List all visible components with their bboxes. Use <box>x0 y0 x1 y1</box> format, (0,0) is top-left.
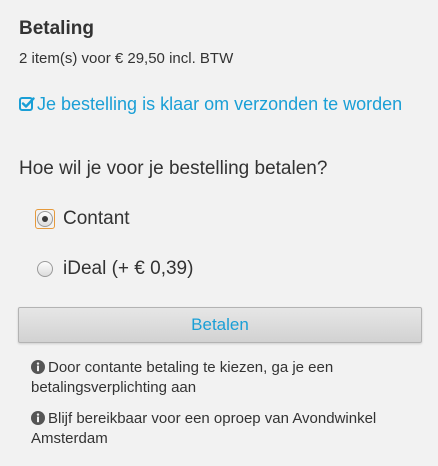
info-note-payment-obligation: Door contante betaling te kiezen, ga je … <box>31 358 411 398</box>
info-text-stay-reachable: Blijf bereikbaar voor een oproep van Avo… <box>31 410 377 447</box>
info-note-stay-reachable: Blijf bereikbaar voor een oproep van Avo… <box>31 409 411 449</box>
option-label-contant: Contant <box>63 208 130 229</box>
payment-option-contant[interactable]: Contant <box>35 208 130 230</box>
payment-question: Hoe wil je voor je bestelling betalen? <box>19 158 328 179</box>
option-label-ideal: iDeal (+ € 0,39) <box>63 258 194 279</box>
radio-focus-ring <box>35 209 55 229</box>
check-square-icon <box>19 97 35 111</box>
info-text-payment-obligation: Door contante betaling te kiezen, ga je … <box>31 359 334 396</box>
info-circle-icon <box>31 360 45 374</box>
ready-message-text: Je bestelling is klaar om verzonden te w… <box>37 94 403 114</box>
radio-ideal[interactable] <box>37 261 53 277</box>
order-summary: 2 item(s) voor € 29,50 incl. BTW <box>19 50 234 67</box>
payment-title: Betaling <box>19 18 94 39</box>
info-circle-icon <box>31 411 45 425</box>
payment-panel: Betaling 2 item(s) voor € 29,50 incl. BT… <box>0 0 438 466</box>
payment-option-ideal[interactable]: iDeal (+ € 0,39) <box>37 258 193 280</box>
pay-button[interactable]: Betalen <box>18 307 422 343</box>
ready-message: Je bestelling is klaar om verzonden te w… <box>19 94 419 115</box>
radio-contant[interactable] <box>37 211 53 227</box>
